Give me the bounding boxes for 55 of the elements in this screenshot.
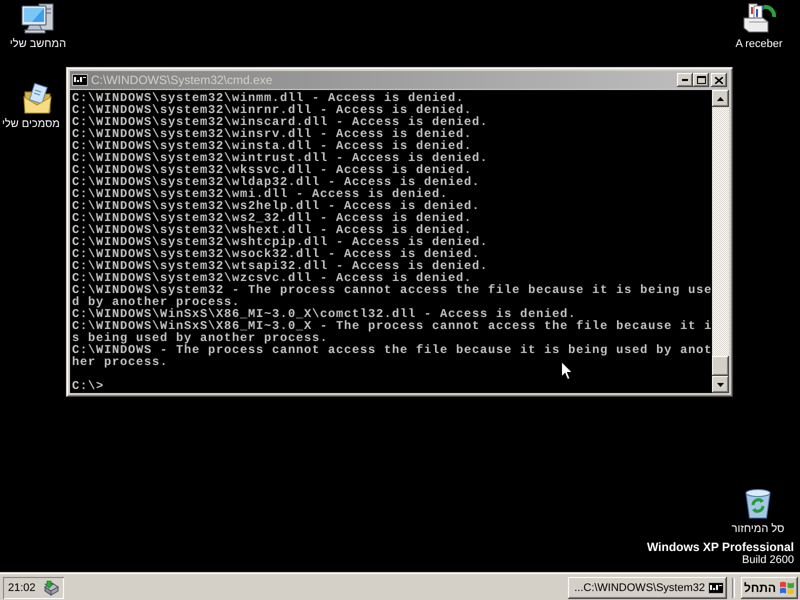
console-icon [708, 582, 724, 594]
recycle-bin-icon[interactable] [744, 488, 772, 519]
console-prompt: C:\> [72, 380, 104, 392]
mouse-pointer-icon [561, 361, 573, 380]
scrollbar-thumb[interactable] [712, 356, 730, 376]
console-icon [72, 74, 88, 86]
console-line: C:\WINDOWS\system32\wtsapi32.dll - Access is denied. [72, 260, 488, 272]
console-line: C:\WINDOWS\system32\wshtcpip.dll - Access is denied. [72, 236, 488, 248]
console-line: C:\WINDOWS\WinSxS\X86_MI~3.0_X\comctl32.dll - Access is denied. [72, 308, 576, 320]
console-line: C:\WINDOWS\system32\winscard.dll - Access is denied. [72, 116, 488, 128]
scroll-down-button[interactable] [712, 376, 730, 393]
document-folder-icon[interactable] [23, 83, 53, 114]
desktop-icon-label[interactable]: סל המיחזור [730, 523, 786, 536]
console-line: C:\WINDOWS\WinSxS\X86_MI~3.0_X - The process cannot access the file because it i [72, 320, 712, 332]
console-line: C:\WINDOWS\system32\wzcsvc.dll - Access is denied. [72, 272, 472, 284]
console-line: C:\WINDOWS\system32\wsock32.dll - Access is denied. [72, 248, 480, 260]
console-line: C:\WINDOWS\system32\winsrv.dll - Access is denied. [72, 128, 472, 140]
console-line: C:\WINDOWS - The process cannot access the file because it is being used by anot [72, 344, 712, 356]
desktop-icon-label[interactable]: A receber [733, 38, 785, 51]
minimize-button[interactable] [677, 73, 693, 87]
taskbar-button[interactable]: ...C:\WINDOWS\System32 [568, 576, 727, 598]
start-button[interactable]: התחל [741, 576, 798, 598]
console-line: her process. [72, 356, 168, 368]
tray-device-icon[interactable] [42, 580, 59, 596]
console-line: C:\WINDOWS\system32\winsta.dll - Access is denied. [72, 140, 472, 152]
console-line: C:\WINDOWS\system32\wshext.dll - Access is denied. [72, 224, 472, 236]
close-button[interactable] [711, 73, 727, 87]
clock: 21:02 [8, 582, 36, 594]
scrollbar[interactable] [712, 90, 730, 393]
minimize-icon [682, 79, 688, 81]
console-line: C:\WINDOWS\system32\wintrust.dll - Access is denied. [72, 152, 488, 164]
console-line: d by another process. [72, 296, 240, 308]
console-line: C:\WINDOWS\system32\wldap32.dll - Access is denied. [72, 176, 480, 188]
flag-icon [779, 580, 795, 594]
up-arrow-icon [717, 96, 724, 100]
console-line: C:\WINDOWS\system32\ws2_32.dll - Access is denied. [72, 212, 472, 224]
console-line: C:\WINDOWS\system32\winrnr.dll - Access is denied. [72, 104, 472, 116]
desktop-icon-label[interactable]: המחשב שלי [8, 38, 68, 51]
console-line: C:\WINDOWS\system32 - The process cannot access the file because it is being use [72, 284, 712, 296]
window-title: C:\WINDOWS\System32\cmd.exe [91, 73, 274, 87]
desktop-icon-label[interactable]: מסמכים שלי [0, 118, 62, 131]
os-edition-text: Windows XP Professional [646, 541, 794, 554]
console-line: s being used by another process. [72, 332, 328, 344]
maximize-button[interactable] [693, 73, 709, 87]
scroll-up-button[interactable] [712, 90, 730, 107]
computer-icon[interactable] [21, 3, 55, 34]
console-line: C:\WINDOWS\system32\winmm.dll - Access is denied. [72, 92, 464, 104]
console-line: C:\WINDOWS\system32\wmi.dll - Access is denied. [72, 188, 448, 200]
console-line: C:\WINDOWS\system32\wkssvc.dll - Access is denied. [72, 164, 472, 176]
inbox-icon[interactable] [741, 2, 777, 34]
console-line: C:\WINDOWS\system32\ws2help.dll - Access is denied. [72, 200, 480, 212]
close-icon [715, 76, 723, 84]
maximize-icon [696, 76, 706, 84]
down-arrow-icon [717, 382, 724, 386]
os-build-text: Build 2600 [742, 554, 794, 567]
